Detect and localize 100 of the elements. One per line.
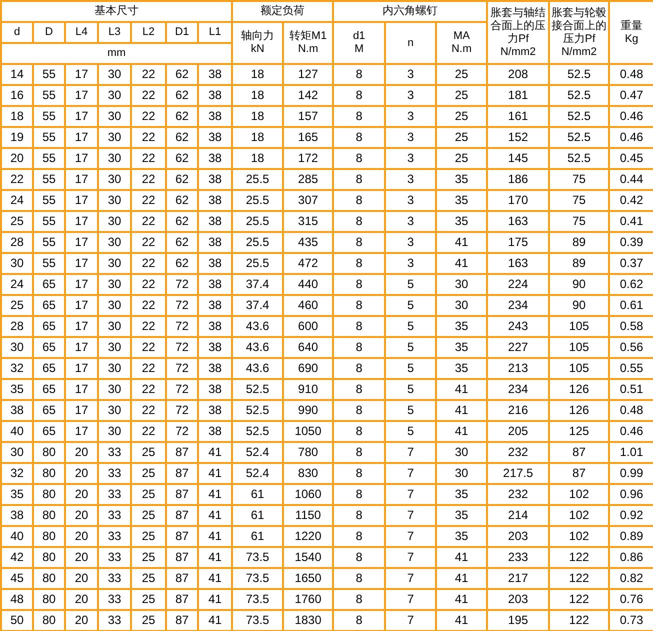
table-cell: 65 xyxy=(33,295,65,316)
table-cell: 17 xyxy=(65,358,98,379)
table-cell: 233 xyxy=(487,547,550,568)
table-cell: 214 xyxy=(487,505,550,526)
table-cell: 38 xyxy=(198,127,232,148)
table-cell: 55 xyxy=(33,211,65,232)
table-cell: 55 xyxy=(33,64,65,85)
table-cell: 22 xyxy=(131,337,166,358)
table-cell: 105 xyxy=(549,337,610,358)
table-cell: 62 xyxy=(166,64,198,85)
table-cell: 1830 xyxy=(283,610,334,631)
table-cell: 142 xyxy=(283,85,334,106)
table-cell: 8 xyxy=(333,211,386,232)
column-header: 胀套与轴结 合面上的压 力Pf N/mm2 xyxy=(487,1,550,64)
table-cell: 75 xyxy=(549,190,610,211)
table-cell: 203 xyxy=(487,589,550,610)
table-cell: 122 xyxy=(549,547,610,568)
table-cell: 87 xyxy=(166,442,198,463)
table-cell: 8 xyxy=(333,169,386,190)
table-cell: 8 xyxy=(333,148,386,169)
table-cell: 30 xyxy=(98,169,131,190)
table-cell: 195 xyxy=(487,610,550,631)
column-header: n xyxy=(385,22,436,64)
table-cell: 87 xyxy=(166,610,198,631)
table-cell: 30 xyxy=(436,463,488,484)
table-cell: 203 xyxy=(487,526,550,547)
table-cell: 55 xyxy=(33,85,65,106)
table-cell: 30 xyxy=(98,358,131,379)
table-cell: 5 xyxy=(385,295,436,316)
table-cell: 186 xyxy=(487,169,550,190)
table-cell: 72 xyxy=(166,379,198,400)
table-cell: 38 xyxy=(198,85,232,106)
table-cell: 14 xyxy=(1,64,33,85)
table-cell: 65 xyxy=(33,421,65,442)
table-cell: 1760 xyxy=(283,589,334,610)
table-cell: 22 xyxy=(131,253,166,274)
table-cell: 7 xyxy=(385,610,436,631)
table-cell: 41 xyxy=(198,568,232,589)
table-cell: 8 xyxy=(333,400,386,421)
table-cell: 102 xyxy=(549,484,610,505)
table-cell: 20 xyxy=(65,442,98,463)
table-cell: 25 xyxy=(436,85,488,106)
table-cell: 41 xyxy=(198,505,232,526)
table-cell: 22 xyxy=(131,274,166,295)
table-cell: 38 xyxy=(198,316,232,337)
table-cell: 41 xyxy=(198,547,232,568)
table-cell: 125 xyxy=(549,421,610,442)
table-cell: 3 xyxy=(385,106,436,127)
table-cell: 52.5 xyxy=(232,421,284,442)
table-cell: 18 xyxy=(232,106,284,127)
table-cell: 165 xyxy=(283,127,334,148)
table-cell: 52.5 xyxy=(549,85,610,106)
table-cell: 8 xyxy=(333,295,386,316)
table-cell: 25 xyxy=(131,589,166,610)
table-cell: 38 xyxy=(1,505,33,526)
table-cell: 32 xyxy=(1,358,33,379)
column-header: L3 xyxy=(98,22,131,43)
table-cell: 35 xyxy=(1,484,33,505)
table-cell: 22 xyxy=(131,85,166,106)
table-cell: 5 xyxy=(385,274,436,295)
table-cell: 52.5 xyxy=(549,127,610,148)
table-cell: 122 xyxy=(549,589,610,610)
table-cell: 38 xyxy=(198,379,232,400)
table-cell: 72 xyxy=(166,400,198,421)
table-cell: 17 xyxy=(65,295,98,316)
table-cell: 8 xyxy=(333,316,386,337)
table-cell: 3 xyxy=(385,211,436,232)
table-cell: 41 xyxy=(436,589,488,610)
table-cell: 25 xyxy=(131,463,166,484)
table-cell: 38 xyxy=(198,337,232,358)
table-cell: 80 xyxy=(33,610,65,631)
table-cell: 62 xyxy=(166,85,198,106)
table-cell: 22 xyxy=(1,169,33,190)
table-cell: 19 xyxy=(1,127,33,148)
table-cell: 38 xyxy=(198,421,232,442)
table-cell: 22 xyxy=(131,295,166,316)
table-cell: 89 xyxy=(549,232,610,253)
table-cell: 990 xyxy=(283,400,334,421)
table-cell: 7 xyxy=(385,484,436,505)
table-cell: 30 xyxy=(98,106,131,127)
table-cell: 87 xyxy=(166,463,198,484)
table-cell: 41 xyxy=(436,421,488,442)
table-cell: 20 xyxy=(65,505,98,526)
table-cell: 435 xyxy=(283,232,334,253)
table-cell: 17 xyxy=(65,64,98,85)
table-cell: 22 xyxy=(131,232,166,253)
table-cell: 40 xyxy=(1,421,33,442)
table-cell: 690 xyxy=(283,358,334,379)
table-cell: 65 xyxy=(33,337,65,358)
table-cell: 8 xyxy=(333,337,386,358)
table-cell: 105 xyxy=(549,316,610,337)
table-cell: 33 xyxy=(98,505,131,526)
table-cell: 62 xyxy=(166,169,198,190)
table-cell: 55 xyxy=(33,190,65,211)
column-header: 胀套与轮毂 接合面上的 压力Pf N/mm2 xyxy=(549,1,610,64)
table-cell: 30 xyxy=(98,379,131,400)
table-cell: 30 xyxy=(436,442,488,463)
table-cell: 35 xyxy=(436,211,488,232)
table-cell: 28 xyxy=(1,316,33,337)
table-cell: 20 xyxy=(65,484,98,505)
